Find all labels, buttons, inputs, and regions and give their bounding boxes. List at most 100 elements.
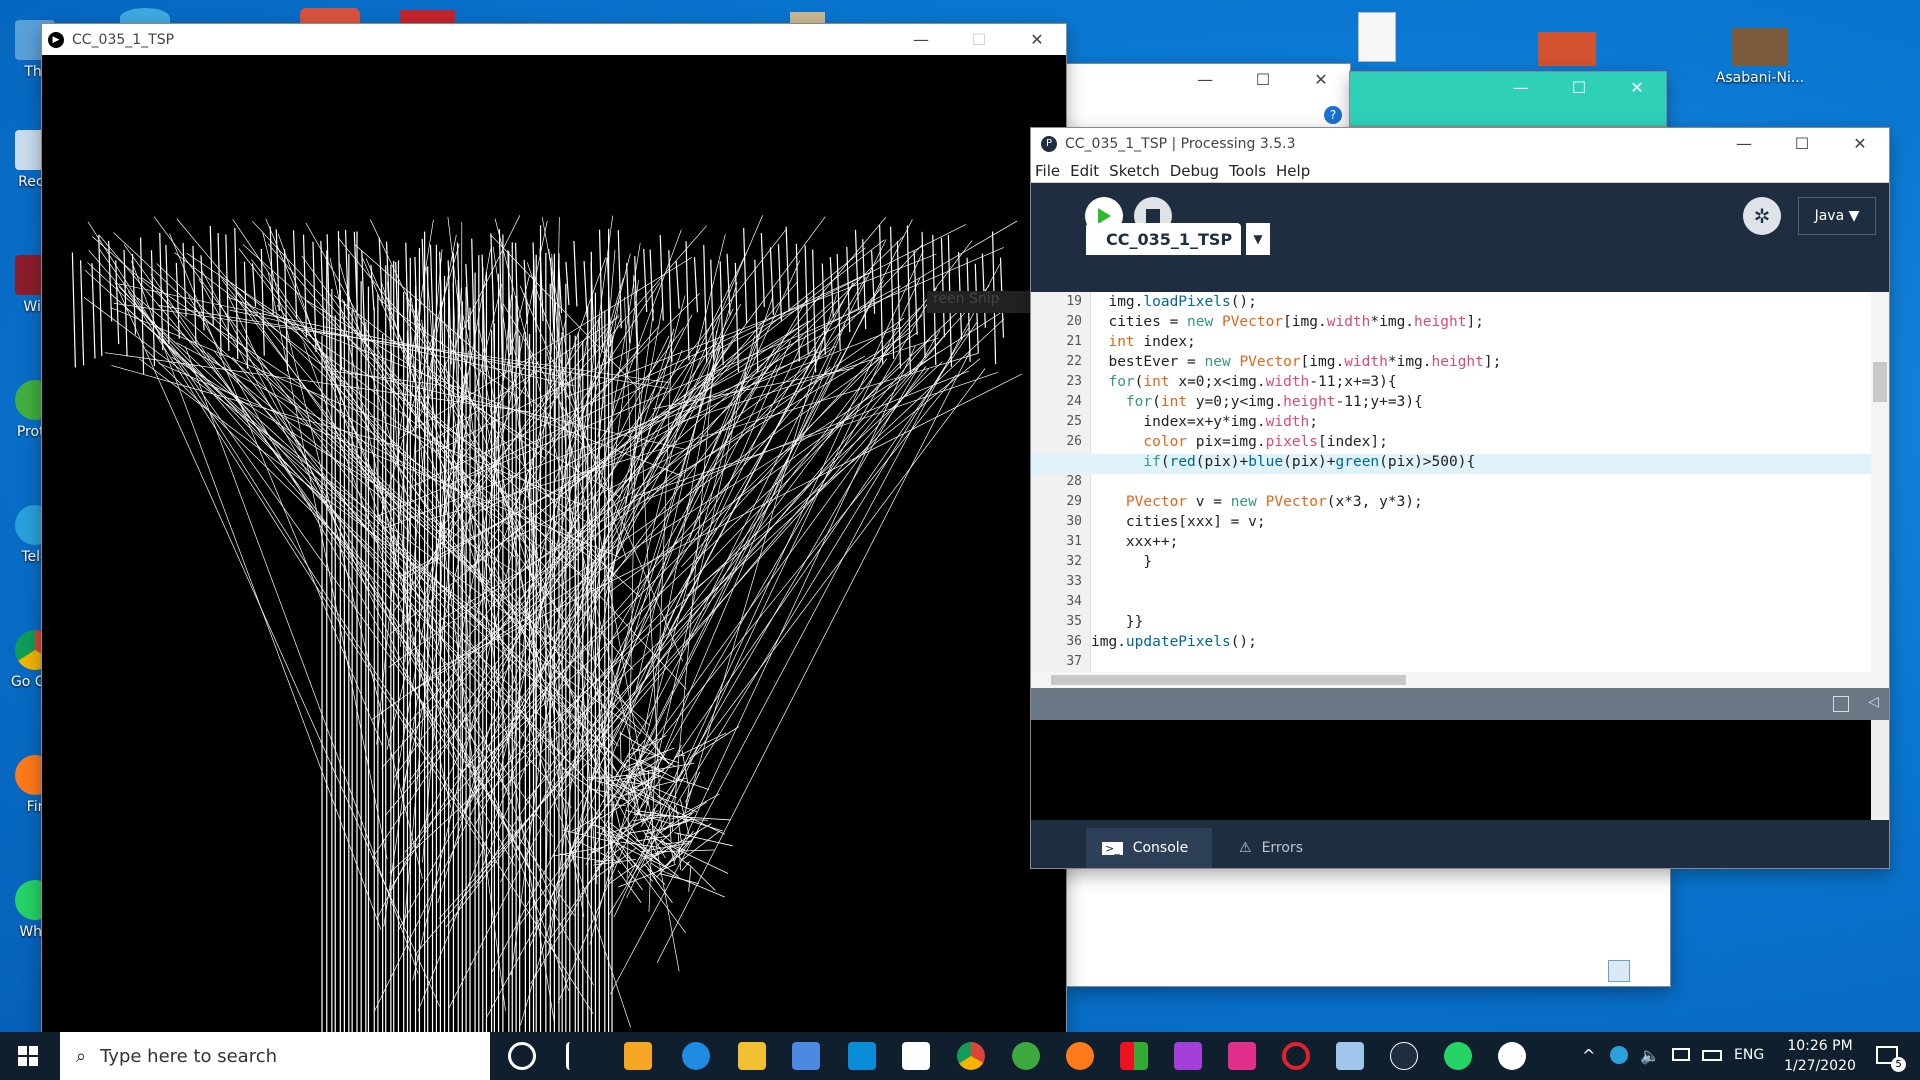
butterfly-icon: ✲ — [1753, 204, 1771, 228]
store-icon[interactable] — [792, 1042, 820, 1070]
menu-bar: File Edit Sketch Debug Tools Help — [1031, 159, 1889, 183]
menu-file[interactable]: File — [1031, 162, 1066, 180]
code-editor[interactable]: 19202122232425262728293031323334353637 i… — [1031, 292, 1889, 672]
code-line: img.updatePixels(); — [1091, 634, 1257, 650]
chevron-up-icon[interactable]: ^ — [1582, 1046, 1595, 1065]
background-window-2[interactable]: — ☐ ✕ — [1350, 72, 1666, 126]
edge-icon[interactable] — [682, 1042, 710, 1070]
network-icon[interactable] — [1672, 1048, 1690, 1061]
webstorm-icon[interactable] — [1228, 1042, 1256, 1070]
telegram-tray-icon[interactable] — [1610, 1046, 1628, 1064]
search-box[interactable]: ⌕ Type here to search — [60, 1032, 490, 1080]
processing-taskbar-icon[interactable] — [1390, 1042, 1418, 1070]
powerpoint-file-icon[interactable] — [1538, 32, 1596, 66]
tab-menu-arrow-icon[interactable]: ▼ — [1246, 223, 1270, 255]
background-window-3 — [1066, 868, 1670, 986]
opera-icon[interactable] — [1282, 1042, 1310, 1070]
sketch-window[interactable]: ▶ CC_035_1_TSP — ☐ ✕ reen Snip — [42, 24, 1066, 1034]
code-line: }} — [1091, 614, 1144, 630]
hscroll-thumb[interactable] — [1051, 675, 1406, 685]
phpstorm-icon[interactable] — [1174, 1042, 1202, 1070]
clock[interactable]: 10:26 PM 1/27/2020 — [1772, 1036, 1868, 1076]
details-view-icon[interactable] — [1608, 960, 1630, 982]
minimize-icon[interactable]: — — [1492, 72, 1550, 103]
terminal-icon: >_ — [1102, 841, 1123, 855]
menu-tools[interactable]: Tools — [1225, 162, 1272, 180]
menu-help[interactable]: Help — [1272, 162, 1316, 180]
maximize-icon[interactable]: ☐ — [1234, 64, 1292, 95]
close-icon[interactable]: ✕ — [1008, 24, 1066, 55]
minimize-icon[interactable]: — — [892, 24, 950, 55]
firefox-taskbar-icon[interactable] — [1066, 1042, 1094, 1070]
collapse-console-icon[interactable]: ◁ — [1868, 694, 1879, 710]
mail-icon[interactable] — [902, 1042, 930, 1070]
console-tab[interactable]: >_ Console — [1086, 828, 1212, 868]
code-line: for(int x=0;x<img.width-11;x+=3){ — [1108, 374, 1397, 390]
minimize-icon[interactable]: — — [1715, 128, 1773, 159]
console-output[interactable] — [1031, 720, 1889, 820]
processing-sketch-taskbar-icon[interactable] — [1498, 1042, 1526, 1070]
menu-sketch[interactable]: Sketch — [1105, 162, 1166, 180]
language-indicator[interactable]: ENG — [1734, 1047, 1764, 1063]
close-icon[interactable]: ✕ — [1608, 72, 1666, 103]
maximize-icon[interactable]: ☐ — [1773, 128, 1831, 159]
tab-sketch[interactable]: CC_035_1_TSP — [1086, 223, 1241, 255]
file-explorer-icon[interactable] — [738, 1042, 766, 1070]
task-view-icon[interactable] — [566, 1042, 594, 1070]
tsp-path — [71, 215, 1023, 1034]
clock-time: 10:26 PM — [1787, 1038, 1853, 1054]
sketch-canvas[interactable]: reen Snip — [42, 55, 1066, 1034]
line-number: 23 — [1066, 374, 1082, 389]
console-scrollbar[interactable] — [1871, 720, 1889, 820]
instagram-icon[interactable] — [848, 1042, 876, 1070]
background-window-1[interactable]: — ☐ ✕ ? — [1066, 64, 1350, 128]
code-line: index=x+y*img.width; — [1091, 414, 1318, 430]
debug-button[interactable]: ✲ — [1743, 197, 1781, 235]
mode-selector[interactable]: Java ▼ — [1798, 197, 1876, 235]
line-number: 31 — [1066, 534, 1082, 549]
volume-icon[interactable]: 🔈 — [1640, 1046, 1660, 1065]
battery-icon[interactable] — [1702, 1050, 1722, 1061]
minimize-icon[interactable]: — — [1176, 64, 1234, 95]
code-line: img.loadPixels(); — [1091, 294, 1257, 310]
network-app-icon[interactable] — [1012, 1042, 1040, 1070]
line-number: 29 — [1066, 494, 1082, 509]
tsp-drawing — [71, 215, 1023, 1034]
line-number: 28 — [1066, 474, 1082, 489]
video-thumbnail-icon — [1732, 28, 1788, 66]
line-number: 35 — [1066, 614, 1082, 629]
media-player-icon[interactable] — [624, 1042, 652, 1070]
maximize-icon[interactable]: ☐ — [950, 24, 1008, 55]
notification-count: 5 — [1891, 1057, 1906, 1072]
preview-view-icon[interactable] — [1638, 960, 1660, 982]
copy-console-icon[interactable] — [1833, 696, 1849, 712]
processing-ide-window[interactable]: P CC_035_1_TSP | Processing 3.5.3 — ☐ ✕ … — [1031, 128, 1889, 868]
line-number: 25 — [1066, 414, 1082, 429]
line-number: 26 — [1066, 434, 1082, 449]
desktop-icon-video[interactable]: Asabani-Ni... — [1715, 28, 1805, 86]
winrar-taskbar-icon[interactable] — [1120, 1042, 1148, 1070]
whatsapp-taskbar-icon[interactable] — [1444, 1042, 1472, 1070]
code-line: xxx++; — [1091, 534, 1179, 550]
cortana-icon[interactable] — [508, 1042, 536, 1070]
close-icon[interactable]: ✕ — [1292, 64, 1350, 95]
box-app-icon[interactable] — [1336, 1042, 1364, 1070]
horizontal-scrollbar[interactable] — [1031, 672, 1889, 688]
code-line: cities[xxx] = v; — [1091, 514, 1266, 530]
pde-titlebar[interactable]: P CC_035_1_TSP | Processing 3.5.3 — ☐ ✕ — [1031, 128, 1889, 159]
start-button[interactable] — [18, 1046, 38, 1066]
sketch-titlebar[interactable]: ▶ CC_035_1_TSP — ☐ ✕ — [42, 24, 1066, 55]
help-icon[interactable]: ? — [1324, 106, 1342, 124]
close-icon[interactable]: ✕ — [1831, 128, 1889, 159]
warning-icon: ⚠ — [1239, 840, 1252, 856]
menu-debug[interactable]: Debug — [1166, 162, 1225, 180]
document-icon[interactable] — [1358, 12, 1396, 62]
menu-edit[interactable]: Edit — [1066, 162, 1105, 180]
notifications-icon[interactable]: 5 — [1876, 1046, 1906, 1072]
pde-window-title: CC_035_1_TSP | Processing 3.5.3 — [1065, 135, 1296, 152]
code-line: for(int y=0;y<img.height-11;y+=3){ — [1125, 394, 1423, 410]
chrome-taskbar-icon[interactable] — [957, 1042, 985, 1070]
errors-tab[interactable]: ⚠ Errors — [1221, 828, 1347, 868]
code-line: if(red(pix)+blue(pix)+green(pix)>500){ — [1143, 454, 1476, 470]
maximize-icon[interactable]: ☐ — [1550, 72, 1608, 103]
